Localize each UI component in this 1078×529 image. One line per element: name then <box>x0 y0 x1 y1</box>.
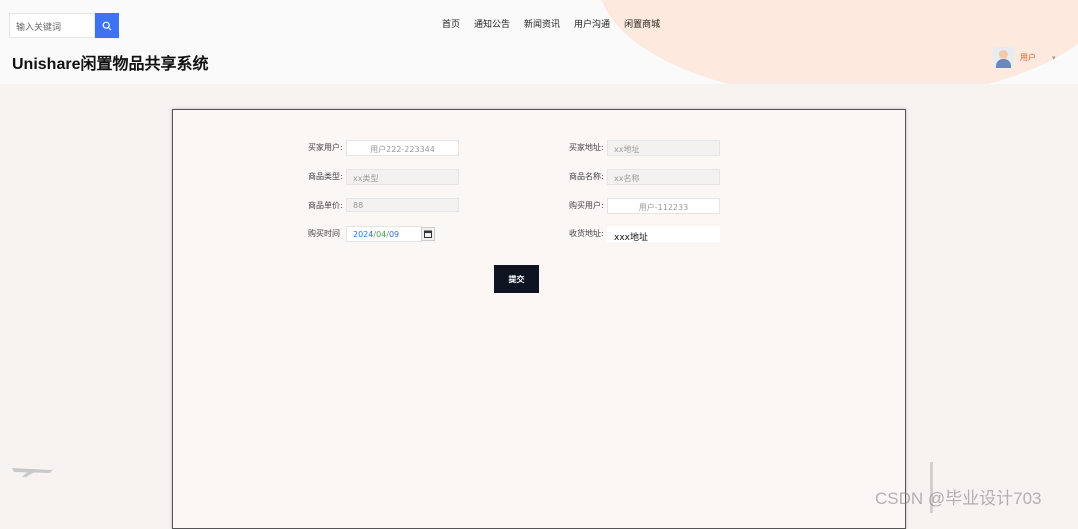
search-button[interactable] <box>95 13 119 38</box>
seller-user-label: 购买用户: <box>569 201 604 210</box>
chevron-down-icon: ▾ <box>1052 53 1056 62</box>
buyer-address-label: 买家地址: <box>569 143 604 152</box>
buyer-address-input[interactable]: xx地址 <box>607 140 720 156</box>
date-month: 04 <box>376 229 387 239</box>
nav-item-home[interactable]: 首页 <box>442 17 460 30</box>
purchase-time-label: 购买时间 <box>308 229 340 238</box>
top-header: 输入关键词 首页 通知公告 新闻资讯 用户沟通 闲置商城 Unishare闲置物… <box>0 0 1078 84</box>
product-type-input[interactable]: xx类型 <box>346 169 459 185</box>
header-decoration <box>598 0 1078 84</box>
buyer-user-label: 买家用户: <box>308 143 343 152</box>
user-menu[interactable]: 用户 ▾ <box>993 47 1056 68</box>
watermark: CSDN @毕业设计703 <box>875 489 1042 508</box>
search-placeholder: 输入关键词 <box>16 23 62 33</box>
nav-item-mall[interactable]: 闲置商城 <box>624 17 660 30</box>
nav-item-news[interactable]: 新闻资讯 <box>524 17 560 30</box>
product-name-input[interactable]: xx名称 <box>607 169 720 185</box>
search-input[interactable]: 输入关键词 <box>9 13 95 38</box>
product-type-label: 商品类型: <box>308 172 343 181</box>
date-day: 09 <box>388 229 400 239</box>
nav-item-notices[interactable]: 通知公告 <box>474 17 510 30</box>
buyer-user-input[interactable]: 用户222-223344 <box>346 140 459 156</box>
site-title: Unishare闲置物品共享系统 <box>12 56 209 73</box>
main-nav: 首页 通知公告 新闻资讯 用户沟通 闲置商城 <box>442 17 660 30</box>
search-icon <box>102 21 112 30</box>
order-form-panel: 买家用户: 用户222-223344 买家地址: xx地址 商品类型: xx类型… <box>172 109 906 529</box>
product-name-label: 商品名称: <box>569 172 604 181</box>
user-label: 用户 <box>1020 53 1036 62</box>
unit-price-label: 商品单价: <box>308 201 343 210</box>
submit-button[interactable]: 提交 <box>494 265 539 293</box>
shipping-address-input[interactable]: xxx地址 <box>607 226 720 242</box>
unit-price-input[interactable]: 88 <box>346 198 459 212</box>
purchase-time-input[interactable]: 2024 / 04 / 09 <box>346 226 435 242</box>
seller-user-input[interactable]: 用户-112233 <box>607 198 720 214</box>
calendar-button[interactable] <box>421 227 435 241</box>
shipping-address-label: 收货地址: <box>569 229 604 238</box>
calendar-icon <box>424 230 432 238</box>
avatar <box>993 47 1014 68</box>
nav-item-user-chat[interactable]: 用户沟通 <box>574 17 610 30</box>
airplane-icon <box>12 467 55 477</box>
date-year: 2024 <box>353 229 374 239</box>
